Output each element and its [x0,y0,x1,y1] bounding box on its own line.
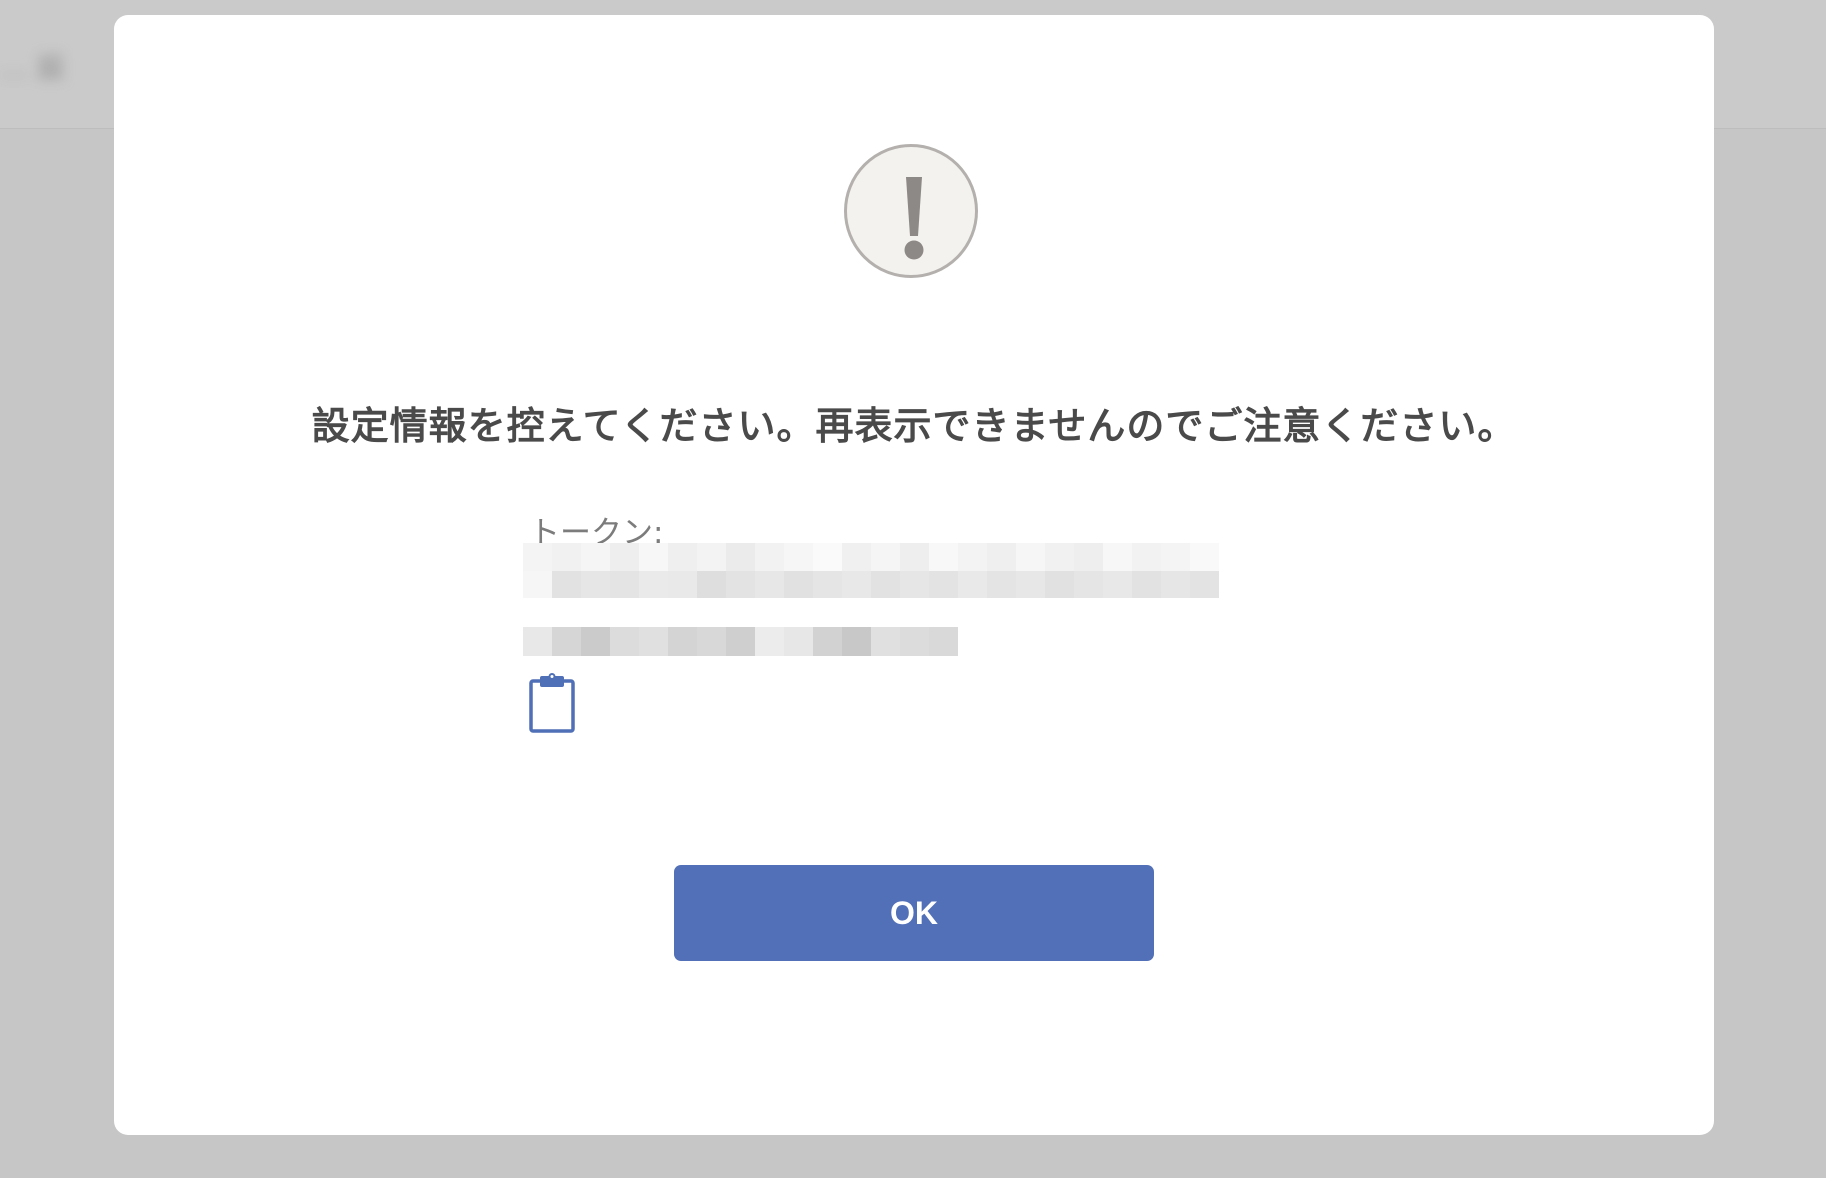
redacted-pixel [813,543,842,571]
redacted-pixel [1190,543,1219,571]
redacted-pixel [1045,571,1074,598]
redacted-pixel [1190,571,1219,598]
redacted-pixel [552,543,581,571]
warning-icon [844,144,978,278]
redacted-pixel [726,571,755,598]
redacted-pixel [1161,571,1190,598]
redacted-pixel [987,543,1016,571]
redacted-pixel [1103,543,1132,571]
redacted-pixel [929,571,958,598]
redacted-pixel [1132,543,1161,571]
redacted-pixel [987,571,1016,598]
redacted-pixel [581,571,610,598]
redacted-pixel [813,627,842,656]
redacted-pixel [900,627,929,656]
redacted-pixel [581,543,610,571]
redacted-pixel [842,571,871,598]
background-header-text: … 設 [0,51,65,84]
redacted-pixel [784,543,813,571]
redacted-pixel [784,627,813,656]
redacted-pixel [1132,571,1161,598]
redacted-pixel [813,571,842,598]
redacted-pixel [610,543,639,571]
token-value-redacted-line-1 [523,543,1219,598]
redacted-pixel [639,571,668,598]
redacted-pixel [581,627,610,656]
redacted-pixel [610,627,639,656]
redacted-pixel [726,543,755,571]
redacted-pixel [697,627,726,656]
warning-message: 設定情報を控えてください。再表示できませんのでご注意ください。 [311,404,1517,448]
redacted-pixel [929,543,958,571]
redacted-pixel [958,571,987,598]
redacted-pixel [523,571,552,598]
redacted-pixel [523,627,552,656]
redacted-pixel [1074,543,1103,571]
redacted-pixel [1045,543,1074,571]
redacted-pixel [610,571,639,598]
ok-button[interactable]: OK [674,865,1154,961]
redacted-pixel [958,543,987,571]
redacted-pixel [1074,571,1103,598]
redacted-pixel [871,571,900,598]
redacted-pixel [784,571,813,598]
redacted-pixel [900,543,929,571]
token-value-redacted-line-2 [523,627,958,656]
redacted-pixel [697,571,726,598]
redacted-pixel [552,627,581,656]
redacted-pixel [900,571,929,598]
redacted-pixel [639,543,668,571]
redacted-pixel [523,543,552,571]
settings-info-dialog: 設定情報を控えてください。再表示できませんのでご注意ください。 トークン: OK [114,15,1714,1135]
redacted-pixel [871,543,900,571]
redacted-pixel [842,627,871,656]
redacted-pixel [1161,543,1190,571]
redacted-pixel [1016,543,1045,571]
redacted-pixel [929,627,958,656]
redacted-pixel [668,627,697,656]
redacted-pixel [842,543,871,571]
redacted-pixel [871,627,900,656]
redacted-pixel [755,571,784,598]
redacted-pixel [668,543,697,571]
redacted-pixel [726,627,755,656]
redacted-pixel [1103,571,1132,598]
clipboard-icon[interactable] [528,672,576,734]
redacted-pixel [1016,571,1045,598]
redacted-pixel [639,627,668,656]
redacted-pixel [552,571,581,598]
redacted-pixel [668,571,697,598]
redacted-pixel [755,627,784,656]
redacted-pixel [755,543,784,571]
redacted-pixel [697,543,726,571]
